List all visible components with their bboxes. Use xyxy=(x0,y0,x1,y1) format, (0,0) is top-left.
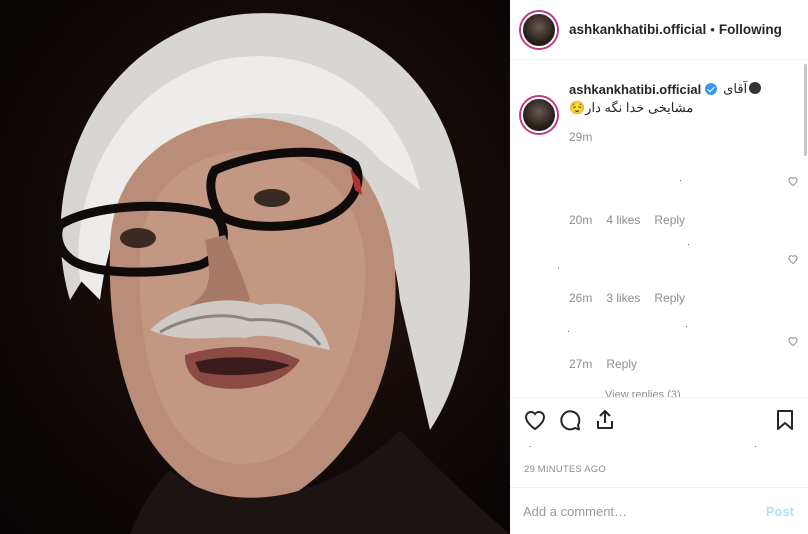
likes-fragment: . xyxy=(529,439,532,449)
posted-time[interactable]: 29 MINUTES AGO xyxy=(524,464,606,475)
reply-button[interactable]: Reply xyxy=(654,291,685,305)
post-photo[interactable] xyxy=(0,0,510,534)
heart-icon[interactable] xyxy=(523,408,547,432)
scrollbar-thumb[interactable] xyxy=(804,64,807,156)
comment-text-fragment: . xyxy=(679,173,682,184)
likes-fragment: . xyxy=(754,439,757,449)
following-button[interactable]: Following xyxy=(719,22,782,37)
bookmark-icon[interactable] xyxy=(773,408,797,432)
comment-text-fragment: . xyxy=(685,319,688,330)
author-username[interactable]: ashkankhatibi.official xyxy=(569,22,706,37)
comment-time[interactable]: 27m xyxy=(569,357,592,371)
add-comment-bar: Post xyxy=(510,487,808,534)
comment-time[interactable]: 20m xyxy=(569,213,592,227)
comment-text-fragment: . xyxy=(687,237,690,248)
view-replies-button[interactable]: View replies (3) xyxy=(605,389,681,397)
comment-text-fragment: . xyxy=(557,261,560,272)
action-bar xyxy=(510,397,808,437)
post-detail-panel: ashkankhatibi.official • Following ashka… xyxy=(510,0,808,534)
comment-likes[interactable]: 3 likes xyxy=(606,291,640,305)
caption-text-line2: مشایخی خدا نگه دار😌 xyxy=(569,100,694,115)
post-header: ashkankhatibi.official • Following xyxy=(510,0,808,60)
likes-summary[interactable]: . . xyxy=(524,439,794,455)
reply-button[interactable]: Reply xyxy=(654,213,685,227)
separator-dot: • xyxy=(710,22,715,37)
author-avatar[interactable] xyxy=(521,11,557,48)
verified-badge-icon xyxy=(705,83,718,95)
reply-button[interactable]: Reply xyxy=(606,357,637,371)
share-icon[interactable] xyxy=(593,408,617,432)
comment-likes[interactable]: 4 likes xyxy=(606,213,640,227)
small-heart-icon[interactable] xyxy=(787,253,799,265)
caption-time[interactable]: 29m xyxy=(569,130,799,144)
comment-text-fragment: . xyxy=(567,324,570,335)
emoji-icon xyxy=(749,82,762,94)
comments-list[interactable]: ashkankhatibi.official آقای مشایخی خدا ن… xyxy=(510,61,808,397)
caption-avatar[interactable] xyxy=(521,97,557,133)
small-heart-icon[interactable] xyxy=(787,335,799,347)
caption-text-line1: آقای xyxy=(723,81,748,96)
comment-input[interactable] xyxy=(523,503,766,519)
post-button[interactable]: Post xyxy=(766,504,794,519)
caption-username[interactable]: ashkankhatibi.official xyxy=(569,82,701,97)
comment-icon[interactable] xyxy=(558,408,582,432)
small-heart-icon[interactable] xyxy=(787,175,799,187)
comment-time[interactable]: 26m xyxy=(569,291,592,305)
scrollbar[interactable] xyxy=(802,61,808,397)
portrait-image xyxy=(53,13,510,534)
